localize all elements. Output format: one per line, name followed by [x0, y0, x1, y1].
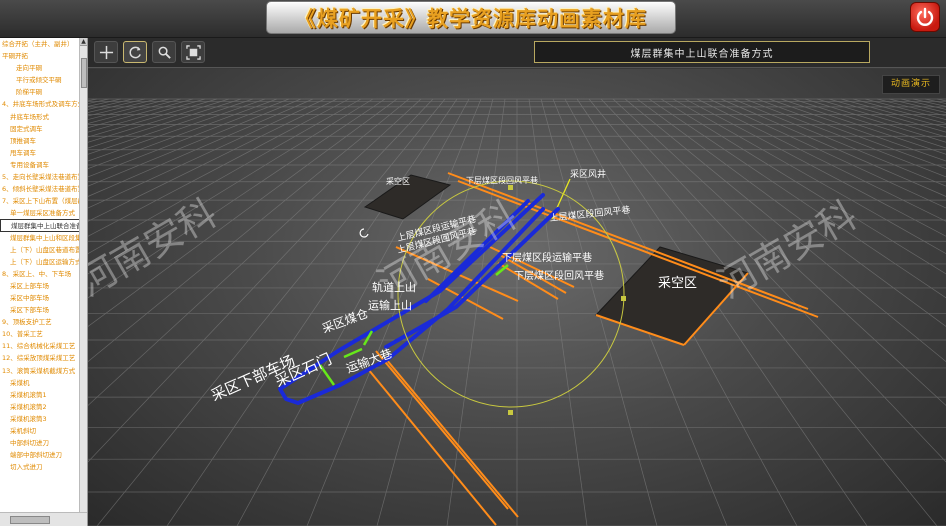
tree-item[interactable]: 综合开拓（主井、副井）: [0, 38, 80, 50]
label-vent-shaft: 采区风井: [570, 168, 606, 180]
tree-item[interactable]: 采区下部车场: [0, 304, 80, 316]
tree-item[interactable]: 平行或倾交平硐: [0, 74, 80, 86]
zoom-tool[interactable]: [152, 41, 176, 63]
tree-item[interactable]: 固定式调车: [0, 123, 80, 135]
magnifier-icon: [158, 46, 171, 59]
label-goaf-right: 采空区: [658, 276, 697, 291]
tree-item[interactable]: 采区上部车场: [0, 280, 80, 292]
vertical-scrollbar[interactable]: ▲: [79, 38, 87, 512]
tree-item[interactable]: 煤层群集中上山联合准备方式: [0, 219, 80, 232]
tree-item[interactable]: 12、综采放顶煤采煤工艺: [0, 352, 80, 364]
tree-item[interactable]: 采煤机滚筒3: [0, 413, 80, 425]
tree-item[interactable]: 中部斜切进刀: [0, 437, 80, 449]
crosshair-icon: [99, 45, 113, 59]
tree-item[interactable]: 4、井底车场形式及调车方式: [0, 98, 80, 110]
scrollbar-thumb[interactable]: [81, 58, 87, 88]
tree-item[interactable]: 13、滚筒采煤机截煤方式: [0, 365, 80, 377]
title-plate: 《煤矿开采》教学资源库动画素材库: [266, 1, 676, 34]
tree-item[interactable]: 7、采区上下山布置（煤层群）: [0, 195, 80, 207]
tree-item[interactable]: 9、顶板支护工艺: [0, 316, 80, 328]
3d-viewport[interactable]: 采空区 下层煤区段回风平巷 采区风井 上层煤区段回风平巷 上层煤区段运输平巷 上…: [88, 69, 946, 526]
fit-view-icon: [185, 44, 201, 60]
tree-item[interactable]: 8、采区上、中、下车场: [0, 268, 80, 280]
tree-item[interactable]: 走向平硐: [0, 62, 80, 74]
tree-item[interactable]: 采区中部车场: [0, 292, 80, 304]
move-tool[interactable]: [94, 41, 118, 63]
sidebar: 综合开拓（主井、副井） 平硐开拓 走向平硐 平行或倾交平硐 阶梯平硐 4、井底车场形式及调…: [0, 38, 88, 526]
rotate-icon: [129, 46, 141, 58]
power-button[interactable]: [910, 2, 940, 32]
tree-item[interactable]: 平硐开拓: [0, 50, 80, 62]
demo-badge[interactable]: 动画演示: [881, 75, 940, 94]
header-bar: 《煤矿开采》教学资源库动画素材库: [0, 0, 946, 38]
scrollbar-thumb-horizontal[interactable]: [10, 516, 50, 524]
fit-view-tool[interactable]: [181, 41, 205, 63]
toolbar: 煤层群集中上山联合准备方式: [88, 38, 946, 68]
tree-item[interactable]: 端部中部斜切进刀: [0, 449, 80, 461]
label-goaf-left: 采空区: [386, 176, 410, 186]
tree-item[interactable]: 采煤机: [0, 377, 80, 389]
catalog-tree: 综合开拓（主井、副井） 平硐开拓 走向平硐 平行或倾交平硐 阶梯平硐 4、井底车场形式及调…: [0, 38, 80, 512]
label-lower-return: 下层煤区段回风平巷: [514, 269, 604, 282]
scene-title: 煤层群集中上山联合准备方式: [630, 48, 774, 60]
app-title: 《煤矿开采》教学资源库动画素材库: [295, 5, 647, 31]
tree-item[interactable]: 煤层群集中上山和区段集中平巷: [0, 232, 80, 244]
rotate-tool[interactable]: [123, 41, 147, 63]
app-window: 《煤矿开采》教学资源库动画素材库 综合开拓（主井、副井） 平硐开拓 走向平硐 平行或倾…: [0, 0, 946, 526]
tree-item[interactable]: 11、综合机械化采煤工艺: [0, 340, 80, 352]
label-lower-haul: 下层煤区段运输平巷: [502, 251, 592, 264]
mine-roadway-scene[interactable]: 采空区 下层煤区段回风平巷 采区风井 上层煤区段回风平巷 上层煤区段运输平巷 上…: [88, 69, 946, 526]
power-icon: [916, 7, 934, 26]
tree-item[interactable]: 专用设备调车: [0, 159, 80, 171]
tree-item[interactable]: 单一煤层采区准备方式: [0, 207, 80, 219]
label-upper-return: 上层煤区段回风平巷: [549, 204, 631, 224]
tree-item[interactable]: 6、倾斜长壁采煤法巷道布置: [0, 183, 80, 195]
ground-grid: [88, 98, 946, 526]
tree-item[interactable]: 5、走向长壁采煤法巷道布置: [0, 171, 80, 183]
tree-item[interactable]: 井底车场形式: [0, 111, 80, 123]
tree-item[interactable]: 采煤机滚筒2: [0, 401, 80, 413]
tree-item[interactable]: 上（下）山盘区运输方式: [0, 256, 80, 268]
tree-item[interactable]: 切入式进刀: [0, 461, 80, 473]
tree-item[interactable]: 采煤机滚筒1: [0, 389, 80, 401]
tree-item[interactable]: 上（下）山盘区巷道布置: [0, 244, 80, 256]
gizmo-handle-right[interactable]: [621, 296, 626, 301]
label-coal-bunker: 采区煤仓: [320, 306, 370, 336]
horizontal-scrollbar[interactable]: [0, 512, 87, 526]
scene-title-box: 煤层群集中上山联合准备方式: [534, 41, 870, 63]
tree-item[interactable]: 10、普采工艺: [0, 328, 80, 340]
tree-item[interactable]: 甩车调车: [0, 147, 80, 159]
tree-item[interactable]: 顶推调车: [0, 135, 80, 147]
gizmo-handle-top[interactable]: [508, 185, 513, 190]
scroll-up-icon[interactable]: ▲: [80, 38, 87, 46]
tree-item[interactable]: 阶梯平硐: [0, 86, 80, 98]
tree-item[interactable]: 采机斜切: [0, 425, 80, 437]
label-lower-return-top: 下层煤区段回风平巷: [466, 175, 538, 185]
gizmo-handle-bottom[interactable]: [508, 410, 513, 415]
